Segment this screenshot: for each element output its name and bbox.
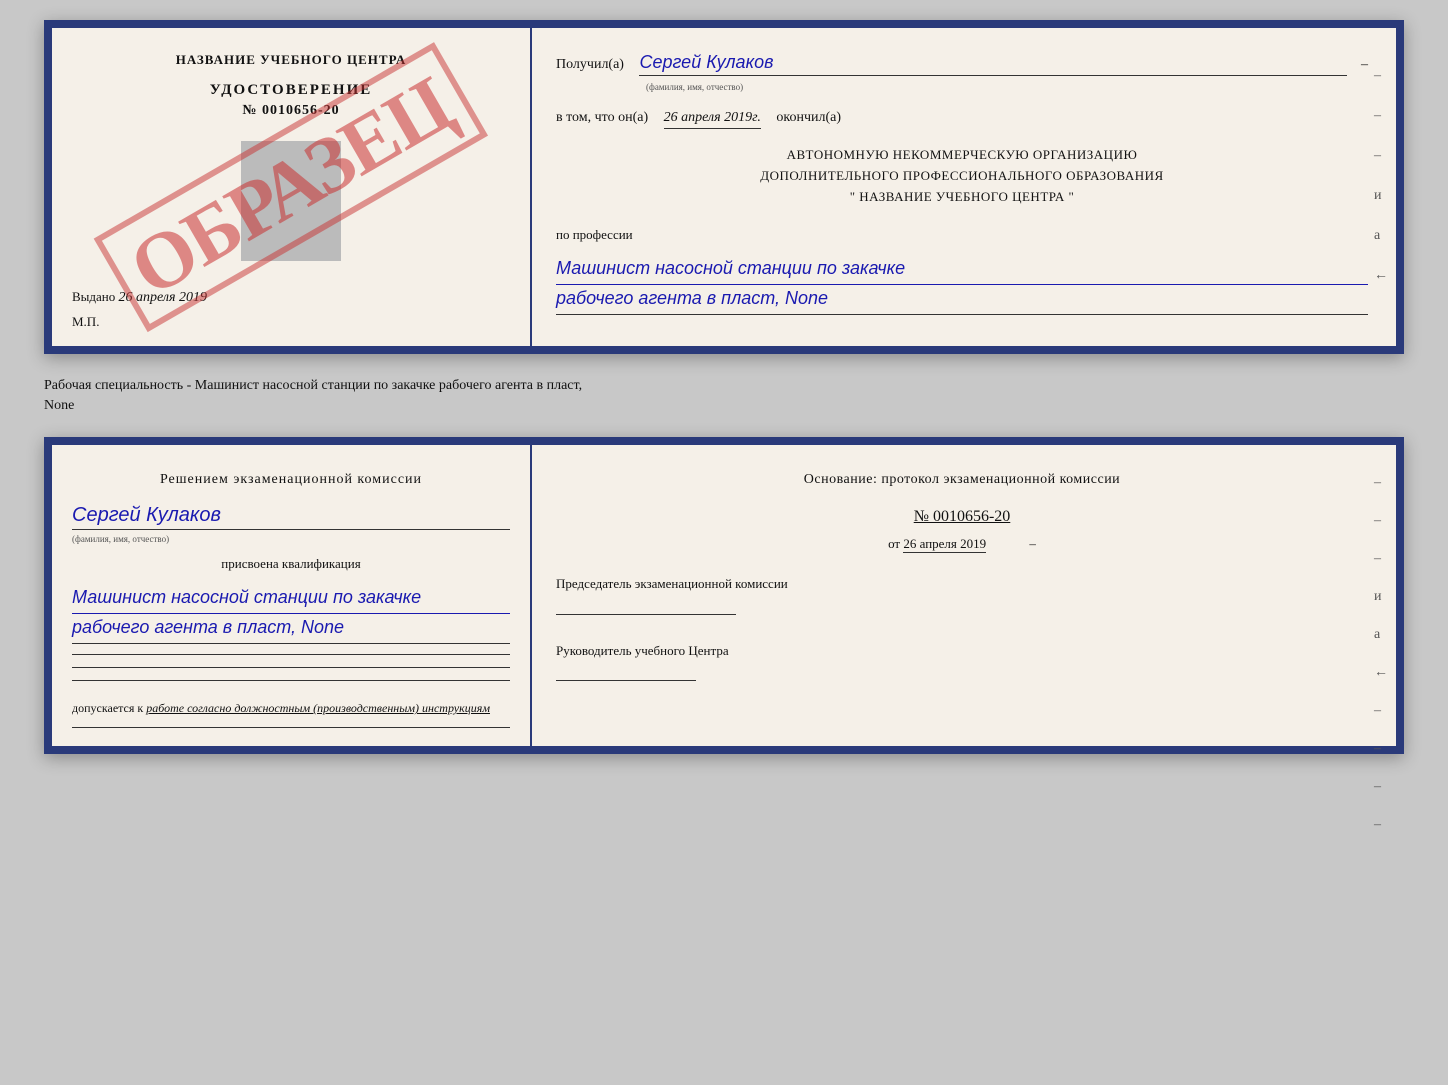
middle-text-line1: Рабочая специальность - Машинист насосно… bbox=[44, 378, 582, 393]
mp-label: М.П. bbox=[72, 314, 99, 330]
org-line1: АВТОНОМНУЮ НЕКОММЕРЧЕСКУЮ ОРГАНИЗАЦИЮ bbox=[556, 145, 1368, 166]
finished-label: окончил(а) bbox=[776, 110, 841, 126]
protocol-date-value: 26 апреля 2019 bbox=[903, 536, 986, 553]
chairman-block: Председатель экзаменационной комиссии bbox=[556, 572, 1368, 616]
allowed-text-value: работе согласно должностным (производств… bbox=[146, 701, 490, 715]
right-dashes-bottom: – – – и а ← – – – – bbox=[1374, 475, 1388, 833]
fio-hint-bottom: (фамилия, имя, отчество) bbox=[72, 534, 510, 544]
qual-value: Машинист насосной станции по закачке раб… bbox=[72, 584, 510, 644]
photo-area bbox=[241, 141, 341, 261]
commission-name: Сергей Кулаков bbox=[72, 504, 510, 530]
bottom-document: Решением экзаменационной комиссии Сергей… bbox=[44, 437, 1404, 754]
chairman-sig-line bbox=[556, 614, 736, 615]
profession-value-top: Машинист насосной станции по закачке раб… bbox=[556, 255, 1368, 315]
recipient-line: Получил(а) Сергей Кулаков – bbox=[556, 52, 1368, 76]
top-document: НАЗВАНИЕ УЧЕБНОГО ЦЕНТРА ОБРАЗЕЦ УДОСТОВ… bbox=[44, 20, 1404, 354]
separator3 bbox=[72, 680, 510, 681]
allowed-text-block: допускается к работе согласно должностны… bbox=[72, 699, 510, 717]
date-prefix: в том, что он(а) bbox=[556, 110, 648, 126]
middle-text-line2: None bbox=[44, 398, 74, 413]
qual-line2: рабочего агента в пласт, None bbox=[72, 613, 510, 641]
profession-label-top: по профессии bbox=[556, 227, 1368, 243]
fio-hint-top: (фамилия, имя, отчество) bbox=[646, 82, 1368, 92]
separator4 bbox=[72, 727, 510, 728]
date-line: в том, что он(а) 26 апреля 2019г. окончи… bbox=[556, 110, 1368, 129]
protocol-date: от 26 апреля 2019 – bbox=[556, 536, 1368, 552]
qual-line1: Машинист насосной станции по закачке bbox=[72, 584, 510, 611]
prof-line2-top: рабочего агента в пласт, None bbox=[556, 284, 1368, 312]
assigned-text: присвоена квалификация bbox=[72, 556, 510, 572]
org-block: АВТОНОМНУЮ НЕКОММЕРЧЕСКУЮ ОРГАНИЗАЦИЮ ДО… bbox=[556, 145, 1368, 207]
basis-title: Основание: протокол экзаменационной коми… bbox=[556, 469, 1368, 490]
issued-line: Выдано 26 апреля 2019 bbox=[72, 289, 207, 306]
bottom-left-panel: Решением экзаменационной комиссии Сергей… bbox=[52, 445, 532, 746]
top-right-panel: Получил(а) Сергей Кулаков – (фамилия, им… bbox=[532, 28, 1396, 346]
right-dashes-top: – – – и а ← bbox=[1374, 68, 1388, 284]
separator2 bbox=[72, 667, 510, 668]
recipient-prefix: Получил(а) bbox=[556, 57, 624, 73]
director-sig-line bbox=[556, 680, 696, 681]
bottom-right-panel: Основание: протокол экзаменационной коми… bbox=[532, 445, 1396, 746]
separator1 bbox=[72, 654, 510, 655]
director-label: Руководитель учебного Центра bbox=[556, 639, 1368, 662]
prof-line1-top: Машинист насосной станции по закачке bbox=[556, 255, 1368, 282]
chairman-label: Председатель экзаменационной комиссии bbox=[556, 572, 1368, 595]
issued-date: 26 апреля 2019 bbox=[119, 290, 207, 305]
date-value-top: 26 апреля 2019г. bbox=[664, 110, 761, 129]
org-line2: ДОПОЛНИТЕЛЬНОГО ПРОФЕССИОНАЛЬНОГО ОБРАЗО… bbox=[556, 166, 1368, 187]
director-block: Руководитель учебного Центра bbox=[556, 639, 1368, 683]
org-line3: " НАЗВАНИЕ УЧЕБНОГО ЦЕНТРА " bbox=[556, 187, 1368, 208]
middle-text-block: Рабочая специальность - Машинист насосно… bbox=[44, 372, 1404, 419]
allowed-prefix: допускается к bbox=[72, 701, 143, 715]
recipient-name: Сергей Кулаков bbox=[639, 52, 1347, 76]
issued-prefix: Выдано bbox=[72, 289, 115, 304]
training-center-title-top: НАЗВАНИЕ УЧЕБНОГО ЦЕНТРА bbox=[176, 52, 407, 68]
cert-label: УДОСТОВЕРЕНИЕ bbox=[210, 82, 373, 99]
right-dash-1: – bbox=[1029, 536, 1036, 551]
commission-title: Решением экзаменационной комиссии bbox=[72, 469, 510, 490]
protocol-number: № 0010656-20 bbox=[556, 508, 1368, 526]
top-left-panel: НАЗВАНИЕ УЧЕБНОГО ЦЕНТРА ОБРАЗЕЦ УДОСТОВ… bbox=[52, 28, 532, 346]
cert-number-top: № 0010656-20 bbox=[242, 103, 339, 119]
protocol-date-prefix: от bbox=[888, 536, 900, 551]
